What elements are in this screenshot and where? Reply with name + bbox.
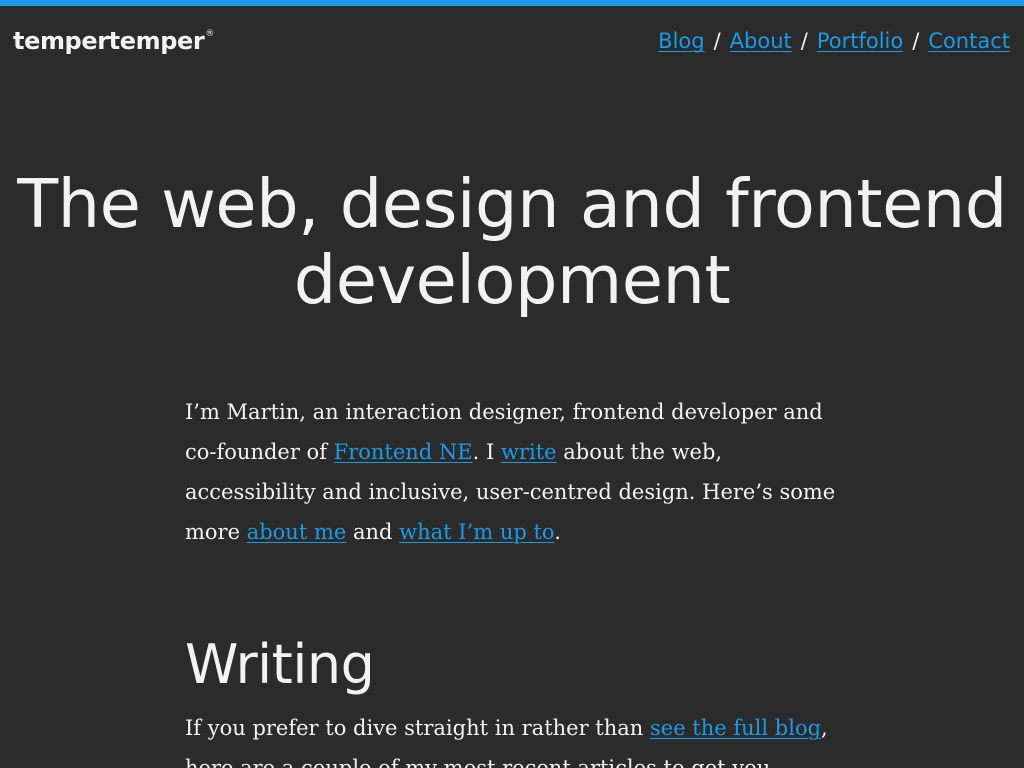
- nav-separator: /: [800, 29, 808, 53]
- intro-text: . I: [472, 440, 501, 464]
- writing-paragraph: If you prefer to dive straight in rather…: [185, 708, 845, 768]
- hero-title: The web, design and frontend development: [17, 165, 1007, 319]
- nav-link-portfolio[interactable]: Portfolio: [817, 29, 903, 53]
- writing-heading: Writing: [185, 633, 375, 696]
- registered-mark: ®: [205, 29, 214, 39]
- logo-text: tempertemper: [13, 27, 205, 55]
- nav-link-contact[interactable]: Contact: [928, 29, 1010, 53]
- full-blog-link[interactable]: see the full blog: [650, 716, 821, 740]
- nav-link-about[interactable]: About: [730, 29, 792, 53]
- intro-text: .: [554, 520, 561, 544]
- what-im-up-to-link[interactable]: what I’m up to: [399, 520, 554, 544]
- write-link[interactable]: write: [501, 440, 557, 464]
- nav-link-blog[interactable]: Blog: [658, 29, 704, 53]
- site-header: tempertemper® Blog / About / Portfolio / Conta…: [0, 6, 1024, 80]
- frontend-ne-link[interactable]: Frontend NE: [334, 440, 473, 464]
- main-nav: Blog / About / Portfolio / Contact: [658, 29, 1010, 53]
- intro-text: and: [346, 520, 400, 544]
- intro-paragraph: I’m Martin, an interaction designer, fro…: [185, 392, 845, 552]
- main-content: I’m Martin, an interaction designer, fro…: [185, 392, 845, 768]
- about-me-link[interactable]: about me: [247, 520, 347, 544]
- site-logo[interactable]: tempertemper®: [13, 27, 214, 55]
- nav-separator: /: [912, 29, 920, 53]
- nav-separator: /: [713, 29, 721, 53]
- writing-text: If you prefer to dive straight in rather…: [185, 716, 650, 740]
